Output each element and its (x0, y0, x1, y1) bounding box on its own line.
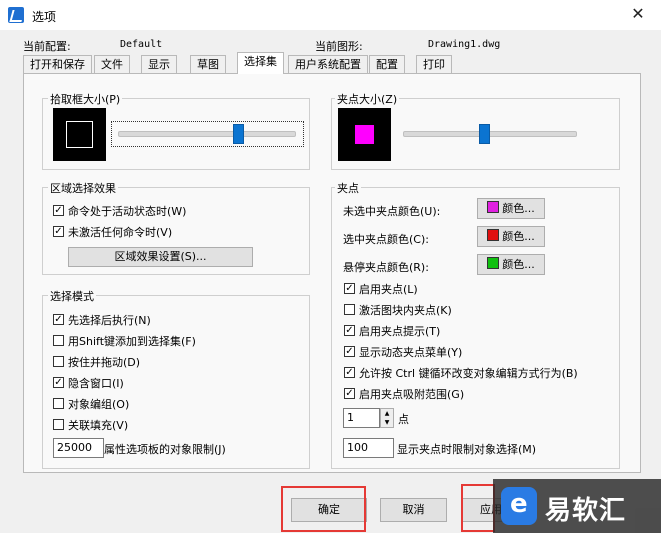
cancel-button[interactable]: 取消 (380, 498, 447, 522)
cb-enable-grips[interactable]: ✓ (344, 283, 355, 294)
snap-range-spinner[interactable]: ▲ ▼ (380, 408, 394, 428)
cb-implied-window[interactable]: ✓ (53, 377, 64, 388)
area-selection-title: 区域选择效果 (48, 180, 118, 196)
tab-plot[interactable]: 打印 (416, 55, 452, 73)
tab-files[interactable]: 文件 (94, 55, 130, 73)
cb-no-command[interactable]: ✓ (53, 226, 64, 237)
spin-up-icon[interactable]: ▲ (381, 409, 393, 418)
grip-object-limit-input[interactable]: 100 (343, 438, 394, 458)
snap-range-unit: 点 (398, 413, 409, 426)
cb-enable-grips-label: 启用夹点(L) (359, 283, 418, 296)
cb-command-active[interactable]: ✓ (53, 205, 64, 216)
cb-associative-hatch-label: 关联填充(V) (68, 419, 129, 432)
cb-grip-tips[interactable]: ✓ (344, 325, 355, 336)
cb-press-drag[interactable] (53, 356, 64, 367)
cb-noun-verb[interactable]: ✓ (53, 314, 64, 325)
cb-grip-snap-range-label: 启用夹点吸附范围(G) (359, 388, 465, 401)
tab-selection[interactable]: 选择集 (237, 52, 284, 74)
unselected-grip-color-label: 未选中夹点颜色(U): (343, 205, 441, 218)
grips-title: 夹点 (335, 180, 361, 196)
ok-highlight-frame (281, 486, 366, 532)
pickbox-title: 拾取框大小(P) (48, 91, 123, 107)
hover-grip-color-button-label: 颜色... (502, 258, 535, 271)
unselected-grip-color-button-label: 颜色... (502, 202, 535, 215)
cb-grip-snap-range[interactable]: ✓ (344, 388, 355, 399)
cb-dynamic-grip-menu-label: 显示动态夹点菜单(Y) (359, 346, 463, 359)
cb-shift-add[interactable] (53, 335, 64, 346)
selected-grip-swatch (487, 229, 500, 241)
spin-down-icon[interactable]: ▼ (381, 418, 393, 427)
grip-size-title: 夹点大小(Z) (335, 91, 400, 107)
pickbox-square (66, 121, 93, 148)
tab-display[interactable]: 显示 (141, 55, 177, 73)
grip-object-limit-label: 显示夹点时限制对象选择(M) (397, 443, 537, 456)
window-title: 选项 (32, 10, 57, 24)
selection-modes-title: 选择模式 (48, 288, 96, 304)
cb-associative-hatch[interactable] (53, 419, 64, 430)
unselected-grip-swatch (487, 201, 500, 213)
selected-grip-color-label: 选中夹点颜色(C): (343, 233, 429, 246)
pickbox-preview (53, 108, 106, 161)
cb-shift-add-label: 用Shift键添加到选择集(F) (68, 335, 196, 348)
cb-dynamic-grip-menu[interactable]: ✓ (344, 346, 355, 357)
tab-profiles[interactable]: 配置 (369, 55, 405, 73)
hover-grip-color-button[interactable]: 颜色... (477, 254, 545, 275)
current-profile-label: 当前配置: (23, 40, 71, 53)
tab-drafting[interactable]: 草图 (190, 55, 226, 73)
cb-noun-verb-label: 先选择后执行(N) (68, 314, 151, 327)
tab-open-save[interactable]: 打开和保存 (23, 55, 92, 73)
cb-implied-window-label: 隐含窗口(I) (68, 377, 124, 390)
pickbox-slider-thumb[interactable] (232, 124, 244, 144)
grip-square (355, 125, 374, 144)
watermark-text: 易软汇 (545, 496, 627, 526)
selected-grip-color-button[interactable]: 颜色... (477, 226, 545, 247)
object-limit-input[interactable]: 25000 (53, 438, 104, 458)
cb-object-grouping[interactable] (53, 398, 64, 409)
grip-size-slider-thumb[interactable] (478, 124, 490, 144)
title-bar (0, 0, 661, 30)
pickbox-slider[interactable] (118, 131, 296, 137)
grip-size-slider[interactable] (403, 131, 577, 137)
area-effect-settings-button[interactable]: 区域效果设置(S)... (68, 247, 253, 267)
current-profile-value: Default (120, 39, 163, 50)
current-drawing-label: 当前图形: (315, 40, 363, 53)
hover-grip-swatch (487, 257, 500, 269)
cb-no-command-label: 未激活任何命令时(V) (68, 226, 173, 239)
cb-object-grouping-label: 对象编组(O) (68, 398, 130, 411)
close-icon[interactable]: ✕ (628, 4, 648, 24)
object-limit-label: 属性选项板的对象限制(J) (104, 443, 226, 456)
grip-preview (338, 108, 391, 161)
snap-range-input[interactable]: 1 (343, 408, 380, 428)
apply-highlight-frame (461, 484, 495, 532)
tab-user-preferences[interactable]: 用户系统配置 (288, 55, 368, 73)
cb-press-drag-label: 按住并拖动(D) (68, 356, 141, 369)
cb-grips-in-blocks[interactable] (344, 304, 355, 315)
selected-grip-color-button-label: 颜色... (502, 230, 535, 243)
cb-ctrl-cycle[interactable]: ✓ (344, 367, 355, 378)
cb-command-active-label: 命令处于活动状态时(W) (68, 205, 187, 218)
hover-grip-color-label: 悬停夹点颜色(R): (343, 261, 429, 274)
unselected-grip-color-button[interactable]: 颜色... (477, 198, 545, 219)
app-icon (8, 7, 24, 23)
watermark: 易软汇 (493, 479, 661, 533)
cb-grip-tips-label: 启用夹点提示(T) (359, 325, 441, 338)
current-drawing-value: Drawing1.dwg (428, 39, 501, 50)
cb-ctrl-cycle-label: 允许按 Ctrl 键循环改变对象编辑方式行为(B) (359, 367, 578, 380)
watermark-logo-icon (501, 487, 537, 525)
cb-grips-in-blocks-label: 激活图块内夹点(K) (359, 304, 452, 317)
